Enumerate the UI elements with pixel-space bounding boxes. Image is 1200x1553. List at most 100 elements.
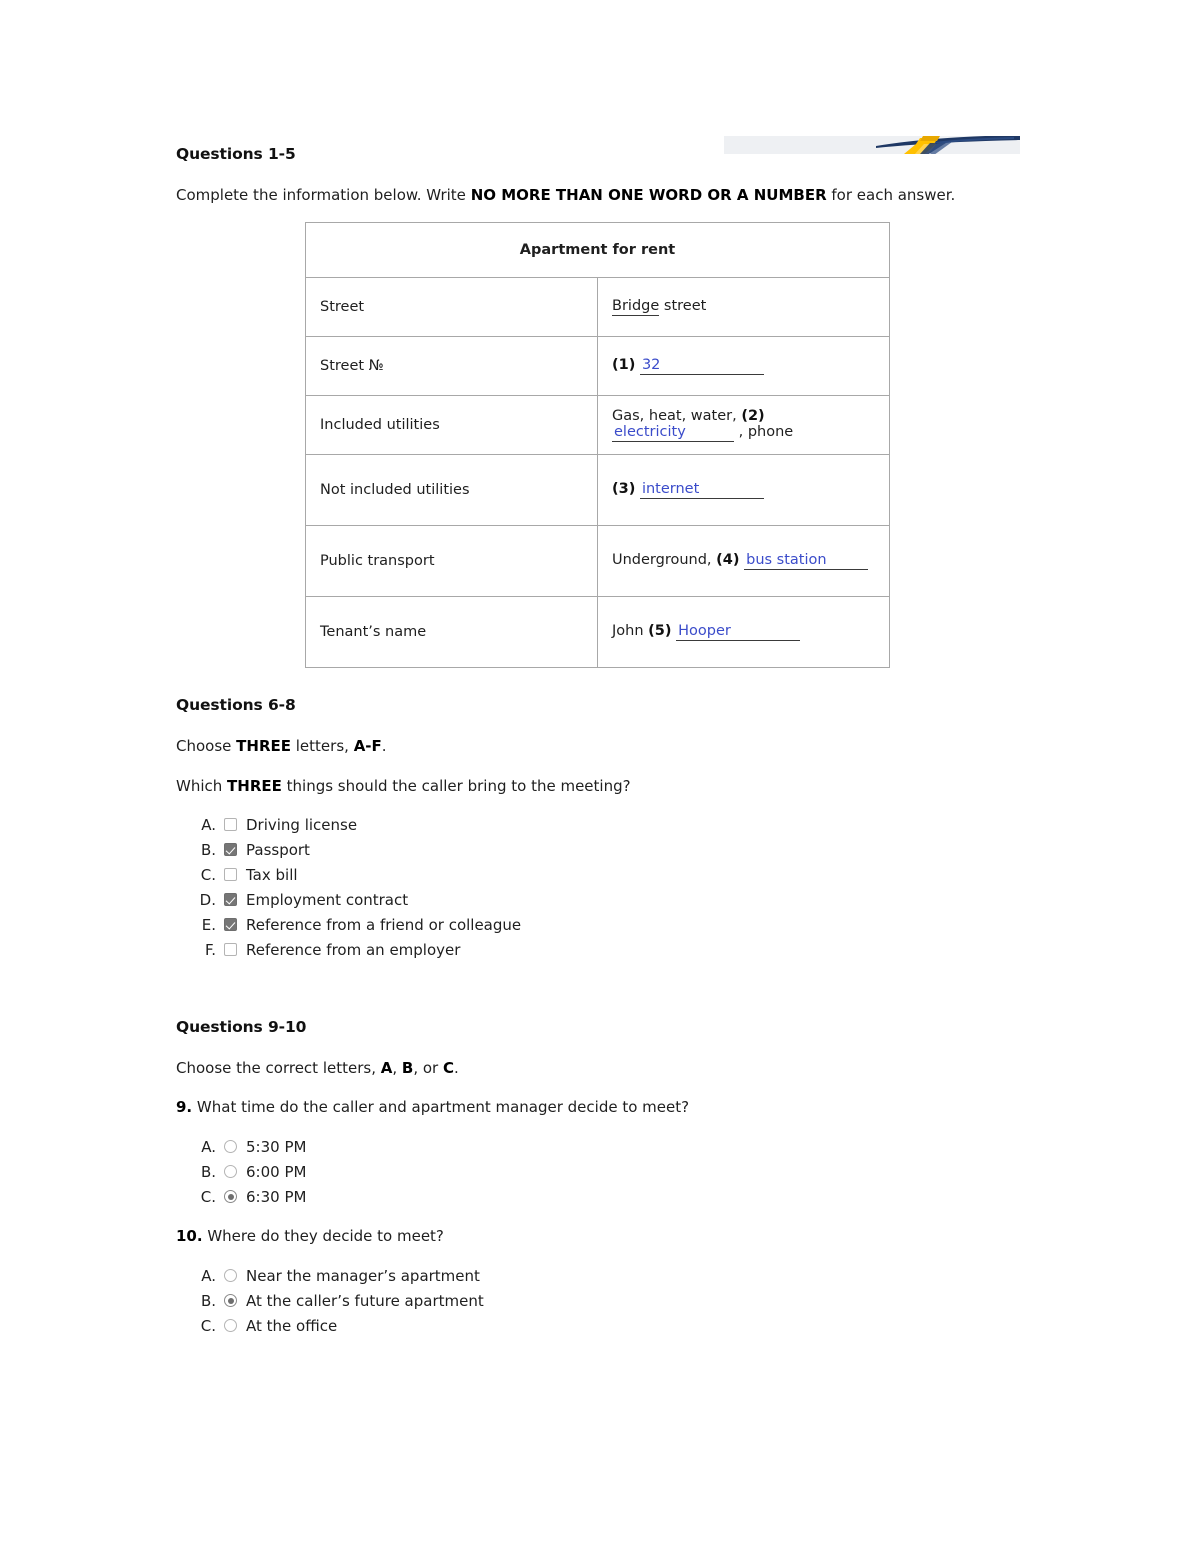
apartment-form-table: Apartment for rent Street Bridge street … bbox=[305, 222, 890, 668]
instruction-choose-correct-letters: Choose the correct letters, A, B, or C. bbox=[176, 1058, 1136, 1080]
question-number-2: (2) bbox=[741, 408, 765, 424]
q10-option-letter-a: A. bbox=[201, 1266, 216, 1285]
letter-a-emphasis: A bbox=[380, 1059, 393, 1077]
radio-icon-q10-b[interactable] bbox=[224, 1294, 237, 1307]
section-heading-questions-9-10: Questions 9-10 bbox=[176, 1018, 307, 1036]
checkbox-icon-a[interactable] bbox=[224, 818, 237, 831]
row-label-public-transport: Public transport bbox=[305, 525, 598, 597]
radio-icon-q9-b[interactable] bbox=[224, 1165, 237, 1178]
instruction-questions-1-5: Complete the information below. Write NO… bbox=[176, 185, 1136, 207]
choose-mid: letters, bbox=[291, 737, 354, 755]
checkbox-icon-e[interactable] bbox=[224, 918, 237, 931]
radio-option-list-q9: A. 5:30 PM B. 6:00 PM C. 6:30 PM bbox=[192, 1134, 307, 1209]
q10-option-label-c: At the office bbox=[246, 1316, 338, 1335]
question-number-4: (4) bbox=[716, 552, 740, 568]
checkbox-icon-f[interactable] bbox=[224, 943, 237, 956]
table-row: Public transport Underground, (4) bus st… bbox=[305, 525, 890, 597]
row-label-included-utilities: Included utilities bbox=[305, 395, 598, 455]
q10-option-label-b: At the caller’s future apartment bbox=[246, 1291, 484, 1310]
row-value-included-utilities: Gas, heat, water, (2) electricity , phon… bbox=[597, 395, 890, 455]
question-9-text: What time do the caller and apartment ma… bbox=[192, 1098, 690, 1116]
list-item[interactable]: B. Passport bbox=[192, 837, 521, 862]
prompt-prefix: Which bbox=[176, 777, 228, 795]
table-row: Street № (1) 32 bbox=[305, 336, 890, 396]
table-row: Tenant’s name John (5) Hooper bbox=[305, 596, 890, 668]
row-value-street: Bridge street bbox=[597, 277, 890, 337]
question-10-text: Where do they decide to meet? bbox=[202, 1227, 444, 1245]
question-number-3: (3) bbox=[612, 481, 636, 497]
list-item[interactable]: C. At the office bbox=[192, 1313, 484, 1338]
q9-option-letter-a: A. bbox=[201, 1137, 216, 1156]
row-value-tenant-name: John (5) Hooper bbox=[597, 596, 890, 668]
row-value-included-suffix: , phone bbox=[734, 424, 794, 440]
prompt-suffix: things should the caller bring to the me… bbox=[281, 777, 631, 795]
letters-end: . bbox=[454, 1059, 459, 1077]
q9-option-label-b: 6:00 PM bbox=[246, 1162, 307, 1181]
q10-option-letter-c: C. bbox=[200, 1316, 216, 1335]
question-number-1: (1) bbox=[612, 357, 636, 373]
section-heading-questions-6-8: Questions 6-8 bbox=[176, 696, 296, 714]
checkbox-icon-d[interactable] bbox=[224, 893, 237, 906]
list-item[interactable]: C. Tax bill bbox=[192, 862, 521, 887]
answer-blank-5[interactable]: Hooper bbox=[676, 623, 801, 641]
answer-blank-1[interactable]: 32 bbox=[639, 357, 764, 375]
option-label-d: Employment contract bbox=[246, 890, 409, 909]
list-item[interactable]: C. 6:30 PM bbox=[192, 1184, 307, 1209]
option-label-e: Reference from a friend or colleague bbox=[246, 915, 522, 934]
table-row: Not included utilities (3) internet bbox=[305, 454, 890, 526]
option-label-b: Passport bbox=[246, 840, 310, 859]
radio-icon-q10-a[interactable] bbox=[224, 1269, 237, 1282]
choose-prefix: Choose bbox=[176, 737, 237, 755]
list-item[interactable]: A. 5:30 PM bbox=[192, 1134, 306, 1159]
list-item[interactable]: E. Reference from a friend or colleague bbox=[192, 912, 521, 937]
section-heading-questions-1-5: Questions 1-5 bbox=[176, 145, 296, 163]
list-item[interactable]: F. Reference from an employer bbox=[192, 937, 521, 962]
choose-three-emphasis: THREE bbox=[236, 737, 291, 755]
question-10-number: 10. bbox=[176, 1227, 203, 1245]
choose-letters-prefix: Choose the correct letters, bbox=[176, 1059, 381, 1077]
question-9-number: 9. bbox=[176, 1098, 193, 1116]
option-label-c: Tax bill bbox=[246, 865, 298, 884]
checkbox-icon-c[interactable] bbox=[224, 868, 237, 881]
row-value-public-transport: Underground, (4) bus station bbox=[597, 525, 890, 597]
row-label-tenant-name: Tenant’s name bbox=[305, 596, 598, 668]
radio-icon-q9-c[interactable] bbox=[224, 1190, 237, 1203]
choose-post: . bbox=[381, 737, 387, 755]
choose-range-emphasis: A-F bbox=[353, 737, 382, 755]
table-row: Street Bridge street bbox=[305, 277, 890, 337]
letters-sep-1: , bbox=[392, 1059, 402, 1077]
list-item[interactable]: A. Near the manager’s apartment bbox=[192, 1263, 484, 1288]
row-value-tenant-prefix: John bbox=[612, 623, 649, 639]
option-letter-e: E. bbox=[201, 915, 216, 934]
letters-sep-2: , or bbox=[413, 1059, 443, 1077]
option-label-a: Driving license bbox=[246, 815, 358, 834]
answer-blank-3[interactable]: internet bbox=[639, 481, 764, 499]
row-value-included-prefix: Gas, heat, water, bbox=[612, 408, 742, 424]
row-label-street: Street bbox=[305, 277, 598, 337]
question-10-prompt: 10. Where do they decide to meet? bbox=[176, 1226, 1136, 1248]
option-letter-d: D. bbox=[199, 890, 216, 909]
table-title: Apartment for rent bbox=[305, 222, 890, 278]
option-letter-b: B. bbox=[200, 840, 216, 859]
radio-icon-q9-a[interactable] bbox=[224, 1140, 237, 1153]
instruction-emphasis: NO MORE THAN ONE WORD OR A NUMBER bbox=[470, 186, 827, 204]
list-item[interactable]: B. At the caller’s future apartment bbox=[192, 1288, 484, 1313]
row-label-not-included-utilities: Not included utilities bbox=[305, 454, 598, 526]
row-value-transport-prefix: Underground, bbox=[612, 552, 717, 568]
example-answer-street: Bridge bbox=[612, 298, 660, 316]
list-item[interactable]: A. Driving license bbox=[192, 812, 521, 837]
option-letter-a: A. bbox=[201, 815, 216, 834]
q9-option-label-c: 6:30 PM bbox=[246, 1187, 307, 1206]
q10-option-letter-b: B. bbox=[200, 1291, 216, 1310]
answer-blank-2[interactable]: electricity bbox=[612, 424, 734, 442]
list-item[interactable]: D. Employment contract bbox=[192, 887, 521, 912]
checkbox-icon-b[interactable] bbox=[224, 843, 237, 856]
list-item[interactable]: B. 6:00 PM bbox=[192, 1159, 307, 1184]
row-value-street-number: (1) 32 bbox=[597, 336, 890, 396]
answer-blank-4[interactable]: bus station bbox=[744, 552, 869, 570]
radio-icon-q10-c[interactable] bbox=[224, 1319, 237, 1332]
instruction-choose-three-letters: Choose THREE letters, A-F. bbox=[176, 736, 1136, 758]
q9-option-label-a: 5:30 PM bbox=[246, 1137, 307, 1156]
q10-option-label-a: Near the manager’s apartment bbox=[246, 1266, 480, 1285]
question-number-5: (5) bbox=[648, 623, 672, 639]
